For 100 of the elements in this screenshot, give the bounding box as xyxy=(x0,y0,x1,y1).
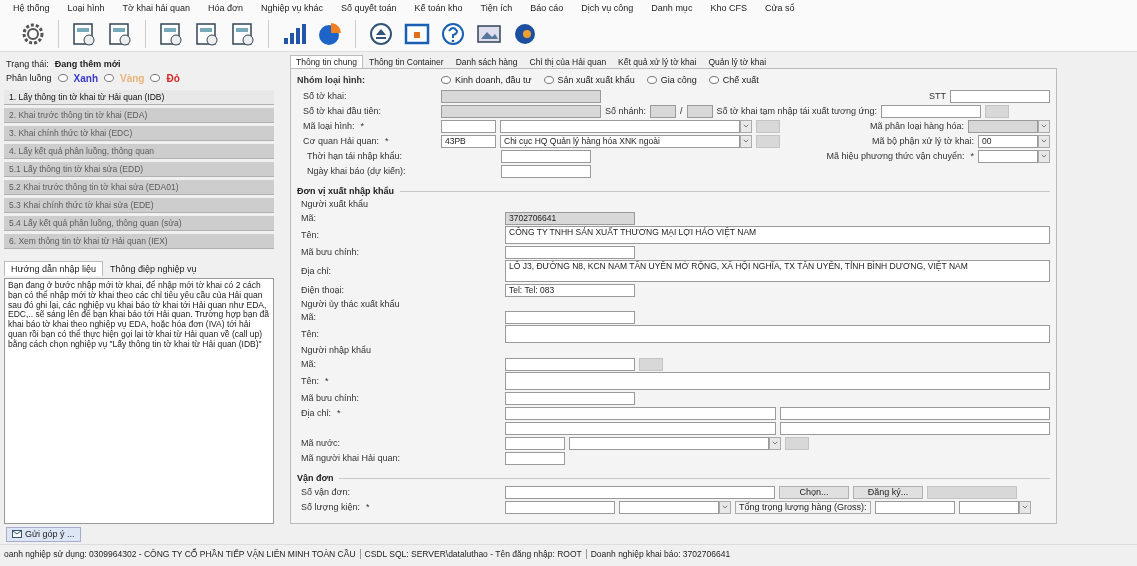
field-label: Điện thoại: xyxy=(301,285,346,295)
input-field[interactable] xyxy=(874,500,955,514)
feedback-button[interactable]: Gửi góp ý ... xyxy=(6,526,81,542)
input-field[interactable] xyxy=(501,164,591,178)
input-field[interactable] xyxy=(686,104,713,118)
input-field[interactable] xyxy=(505,357,635,371)
menu-item[interactable]: Số quyết toán xyxy=(332,3,406,13)
input-field[interactable] xyxy=(619,500,719,514)
status-text: CSDL SQL: SERVER\dataluthao - Tên đăng nhập: ROOT xyxy=(360,548,587,559)
step-button[interactable]: 1. Lấy thông tin tờ khai từ Hải quan (IDB) xyxy=(4,90,274,105)
lookup-button[interactable] xyxy=(756,119,780,133)
menu-item[interactable]: Hệ thống xyxy=(4,3,59,13)
input-field[interactable] xyxy=(978,149,1038,163)
eject-icon xyxy=(368,20,394,47)
button[interactable]: Chọn... xyxy=(779,485,849,499)
input-field[interactable] xyxy=(505,451,565,465)
dropdown-button[interactable] xyxy=(769,436,781,450)
menu-item[interactable]: Kho CFS xyxy=(701,3,756,13)
radio-label: Sản xuất xuất khẩu xyxy=(557,75,635,85)
field-label: Mã bộ phận xử lý tờ khai: xyxy=(872,136,974,146)
field-label: Số nhánh: xyxy=(605,106,647,116)
lookup-button[interactable] xyxy=(927,485,1017,499)
input-field[interactable]: 3702706641 xyxy=(505,211,635,225)
input-field[interactable] xyxy=(500,119,740,133)
input-field[interactable] xyxy=(950,89,1050,103)
menu-item[interactable]: Kế toán kho xyxy=(405,3,472,13)
document-icon xyxy=(194,20,220,47)
menu-item[interactable]: Tiện ích xyxy=(471,3,522,13)
menu-item[interactable]: Hóa đơn xyxy=(199,3,252,13)
input-field[interactable] xyxy=(505,325,1050,343)
field-label: STT xyxy=(929,91,946,101)
input-field[interactable] xyxy=(505,372,1050,390)
chevron-down-icon xyxy=(1020,503,1029,511)
field-label: Người xuất khẩu xyxy=(301,199,368,209)
input-field[interactable]: Chi cục HQ Quản lý hàng hóa XNK ngoài xyxy=(500,134,740,148)
field-label: Mã bưu chính: xyxy=(301,393,361,403)
input-field[interactable] xyxy=(505,436,565,450)
input-field[interactable] xyxy=(441,119,496,133)
field-label: Mã bưu chính: xyxy=(301,247,361,257)
radio-button[interactable] xyxy=(104,74,114,82)
input-field[interactable] xyxy=(441,104,601,118)
radio-button[interactable] xyxy=(57,74,68,82)
section-title: Vận đơn xyxy=(297,473,334,483)
field-label: Mã loại hình: * xyxy=(303,121,366,131)
input-field[interactable] xyxy=(441,89,601,103)
dropdown-button[interactable] xyxy=(740,119,752,133)
input-field[interactable] xyxy=(569,436,769,450)
input-field[interactable] xyxy=(881,104,981,118)
dropdown-button[interactable] xyxy=(740,134,752,148)
menu-item[interactable]: Tờ khai hải quan xyxy=(113,3,200,13)
input-field[interactable]: LÔ J3, ĐƯỜNG N8, KCN NAM TÂN UYÊN MỞ RỘNG, XÃ HỘI NGHĨA, TX TÂN UYÊN, TỈNH BÌNH DƯƠNG, VIỆT NAM xyxy=(505,260,1050,282)
menu-item[interactable]: Cửa sổ xyxy=(755,3,804,13)
input-field[interactable] xyxy=(958,500,1019,514)
tab[interactable]: Hướng dẫn nhập liệu xyxy=(4,261,103,276)
chevron-down-icon xyxy=(721,503,729,511)
input-field[interactable] xyxy=(505,421,776,435)
lookup-button[interactable] xyxy=(985,104,1009,118)
input-field[interactable] xyxy=(505,500,615,514)
channel-option: Vàng xyxy=(120,72,145,84)
menu-item[interactable]: Danh mục xyxy=(642,3,702,13)
dropdown-button[interactable] xyxy=(1038,119,1050,133)
field-label: Tên: xyxy=(301,329,320,339)
lookup-button[interactable] xyxy=(639,357,663,371)
input-field[interactable]: Tel: Tel: 083 xyxy=(505,283,635,297)
input-field[interactable] xyxy=(505,406,776,420)
radio-button[interactable] xyxy=(150,74,161,82)
input-field[interactable] xyxy=(779,406,1050,420)
input-field[interactable] xyxy=(505,310,635,324)
input-field[interactable] xyxy=(501,149,591,163)
radio-button[interactable] xyxy=(441,76,451,84)
menu-item[interactable]: Loại hình xyxy=(58,3,114,13)
input-field[interactable]: 00 xyxy=(978,134,1038,148)
status-text: oanh nghiệp sử dụng: 0309964302 - CÔNG TY CỔ PHẦN TIẾP VẬN LIÊN MINH TOÀN CẦU xyxy=(0,548,361,559)
dropdown-button[interactable] xyxy=(719,500,731,514)
document-icon xyxy=(71,20,97,47)
dropdown-button[interactable] xyxy=(1038,134,1050,148)
input-field[interactable] xyxy=(505,245,635,259)
input-field[interactable] xyxy=(505,485,775,499)
button[interactable]: Đăng ký... xyxy=(853,485,923,499)
radio-button[interactable] xyxy=(646,76,657,84)
lookup-button[interactable] xyxy=(785,436,809,450)
menu-item[interactable]: Nghiệp vụ khác xyxy=(251,3,332,13)
menu-item[interactable]: Báo cáo xyxy=(521,3,573,13)
radio-button[interactable] xyxy=(543,76,554,84)
input-field[interactable] xyxy=(968,119,1038,133)
field-label: Địa chỉ: * xyxy=(301,408,342,418)
radio-button[interactable] xyxy=(708,76,719,84)
radio-label: Chế xuất xyxy=(722,75,759,85)
input-field[interactable] xyxy=(650,104,677,118)
status-value: Đang thêm mới xyxy=(54,59,121,69)
input-field[interactable]: CÔNG TY TNHH SẢN XUẤT THƯƠNG MẠI LỢI HẢO VIỆT NAM xyxy=(505,226,1050,244)
input-field[interactable] xyxy=(779,421,1050,435)
field-label: Số tờ khai: xyxy=(303,91,348,101)
menu-item[interactable]: Dịch vụ công xyxy=(572,3,643,13)
input-field[interactable]: 43PB xyxy=(441,134,496,148)
lookup-button[interactable] xyxy=(756,134,780,148)
help-icon xyxy=(440,20,466,47)
input-field[interactable] xyxy=(505,391,635,405)
tab[interactable]: Thông tin chung xyxy=(290,55,363,68)
dropdown-button[interactable] xyxy=(1038,149,1050,163)
